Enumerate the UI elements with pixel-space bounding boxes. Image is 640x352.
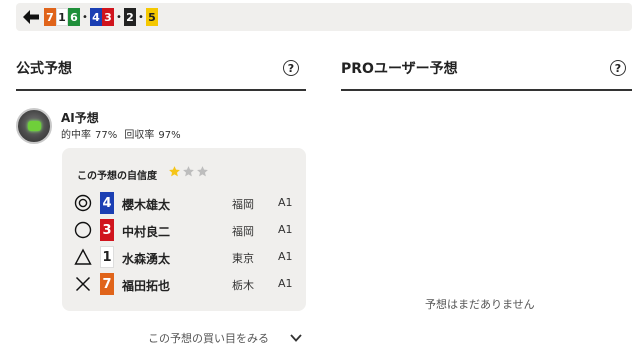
boat-number-badge: 2 [124, 8, 136, 26]
racer-class: A1 [278, 196, 293, 209]
return-rate-label: 回収率 [124, 130, 155, 141]
confidence-stars [168, 165, 209, 178]
triangle-mark-icon [74, 248, 92, 265]
pick-row: 4 櫻木雄太 福岡 A1 [74, 192, 296, 214]
racer-class: A1 [278, 250, 293, 263]
boat-number-badge: 1 [56, 8, 68, 26]
racer-branch: 栃木 [232, 279, 254, 292]
boat-number-badge: 6 [68, 8, 80, 26]
pick-row: 7 福田拓也 栃木 A1 [74, 273, 296, 295]
racer-branch: 福岡 [232, 225, 254, 238]
official-prediction-title: 公式予想 [16, 61, 72, 77]
result-bar: 7 1 6 • 4 3 • 2 • 5 [16, 3, 632, 31]
circle-mark-icon [74, 221, 92, 239]
ai-robot-avatar-icon [16, 108, 52, 144]
cross-mark-icon [75, 276, 91, 292]
star-empty-icon [197, 166, 208, 177]
boat-number-badge: 7 [44, 8, 56, 26]
boat-number-badge: 4 [90, 8, 102, 26]
star-empty-icon [183, 166, 194, 177]
order-separator: • [138, 11, 144, 23]
boat-number-badge: 3 [102, 8, 114, 26]
boat-number-badge: 4 [100, 192, 114, 214]
chevron-down-icon[interactable] [290, 333, 302, 343]
racer-name[interactable]: 水森湧太 [122, 250, 170, 267]
official-divider [16, 89, 306, 91]
star-filled-icon [169, 166, 180, 177]
return-rate-value: 97% [158, 130, 181, 141]
pick-row: 3 中村良二 福岡 A1 [74, 219, 296, 241]
order-separator: • [116, 11, 122, 23]
view-bets-link[interactable]: この予想の買い目をみる [148, 330, 269, 346]
pro-empty-message: 予想はまだありません [425, 298, 535, 311]
pick-row: 1 水森湧太 東京 A1 [74, 246, 296, 268]
pro-divider [341, 89, 632, 91]
confidence-label: この予想の自信度 [77, 171, 157, 182]
boat-number-badge: 5 [146, 8, 158, 26]
ai-stats: 的中率 77% 回収率 97% [61, 126, 185, 141]
pro-prediction-title: PROユーザー予想 [341, 61, 458, 77]
hit-rate-value: 77% [95, 130, 118, 141]
order-separator: • [82, 11, 88, 23]
racer-name[interactable]: 福田拓也 [122, 277, 170, 294]
racer-class: A1 [278, 277, 293, 290]
hit-rate-label: 的中率 [61, 130, 91, 141]
help-icon[interactable]: ? [283, 60, 299, 76]
ai-predictor-name: AI予想 [61, 111, 99, 125]
boat-number-badge: 1 [100, 246, 114, 268]
double-circle-mark-icon [74, 194, 92, 212]
boat-number-badge: 3 [100, 219, 114, 241]
racer-name[interactable]: 櫻木雄太 [122, 196, 170, 213]
racer-class: A1 [278, 223, 293, 236]
boat-number-badge: 7 [100, 273, 114, 295]
racer-name[interactable]: 中村良二 [122, 223, 170, 240]
prediction-card: この予想の自信度 4 櫻木雄太 福岡 A1 3 中村良二 福岡 A1 1 水森湧太 東京 A1 7 福田拓… [62, 148, 306, 311]
help-icon-pro[interactable]: ? [610, 60, 626, 76]
race-result-order: 7 1 6 • 4 3 • 2 • 5 [44, 8, 158, 26]
racer-branch: 福岡 [232, 198, 254, 211]
back-arrow-icon[interactable] [22, 9, 40, 25]
racer-branch: 東京 [232, 252, 254, 265]
